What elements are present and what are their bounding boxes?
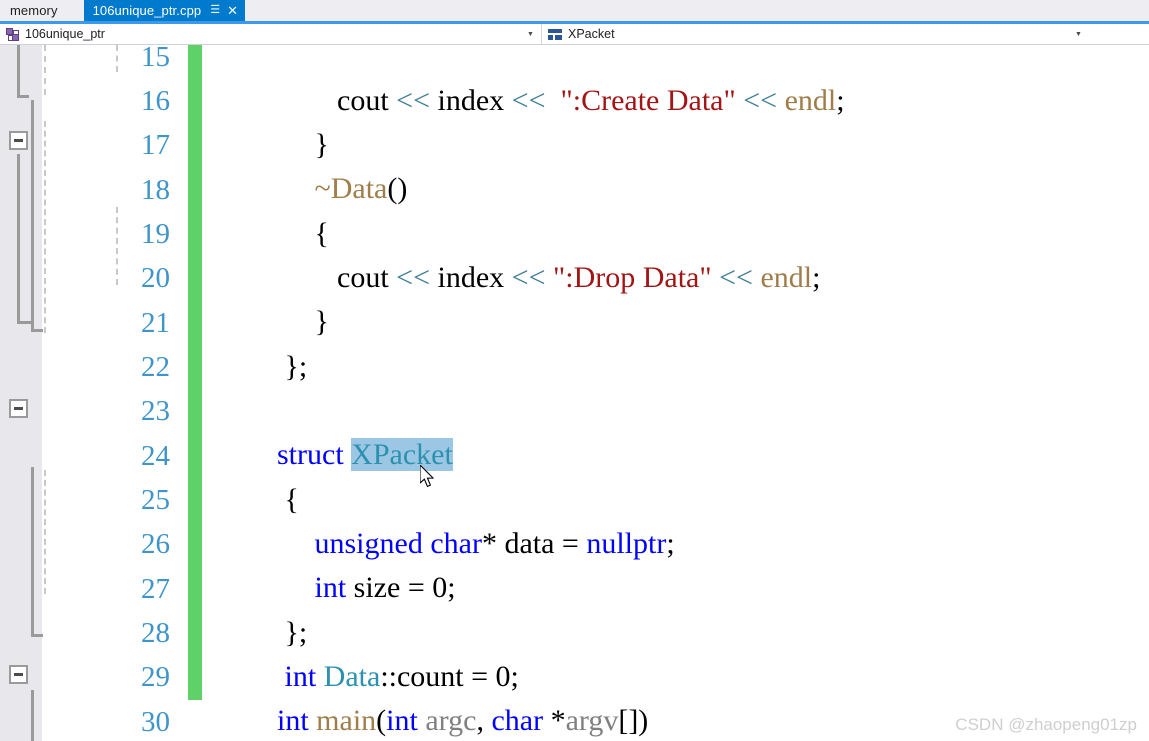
tab-label: 106unique_ptr.cpp	[92, 3, 202, 18]
outline-bracket	[31, 329, 43, 332]
line-number: 26	[141, 528, 170, 560]
line-number: 27	[141, 573, 170, 605]
code-line[interactable]: {	[202, 700, 299, 741]
code-line[interactable]	[202, 345, 270, 389]
line-number: 30	[141, 706, 170, 738]
outline-bracket	[31, 634, 43, 637]
code-line[interactable]: int main(int argc, char *argv[])	[202, 655, 648, 737]
struct-icon	[548, 28, 562, 40]
visual-studio-editor-window: memory 106unique_ptr.cpp ☰ ✕ 106unique_p…	[0, 0, 1149, 741]
code-line[interactable]: };	[202, 567, 308, 649]
line-number: 15	[141, 45, 170, 73]
line-number: 16	[141, 85, 170, 117]
outline-bracket	[17, 321, 31, 324]
code-line[interactable]: };	[202, 301, 308, 383]
line-number-gutter: 15 16 17 18 19 20 21 22 23 24 25 26 27 2…	[42, 45, 188, 741]
line-number: 24	[141, 440, 170, 472]
navbar-right-filler	[1096, 24, 1149, 45]
chevron-down-icon[interactable]: ▼	[524, 31, 537, 38]
line-number: 22	[141, 351, 170, 383]
outline-bracket	[17, 154, 20, 324]
pin-icon[interactable]: ☰	[210, 5, 220, 16]
line-number: 17	[141, 129, 170, 161]
code-line[interactable]: cout << index << ":Create Data" << endl;	[202, 45, 845, 117]
outline-bracket	[17, 45, 20, 95]
navigation-bar: 106unique_ptr ▼ XPacket ▼	[0, 24, 1149, 45]
tab-memory[interactable]: memory	[0, 0, 84, 21]
indent-guide	[44, 45, 46, 95]
line-number: 23	[141, 395, 170, 427]
code-text-area[interactable]: cout << index << ":Create Data" << endl;…	[202, 45, 1149, 741]
outline-bracket	[31, 690, 34, 741]
code-line[interactable]: {	[202, 168, 329, 250]
code-line[interactable]: unsigned char* data = nullptr;	[202, 478, 675, 560]
line-number: 20	[141, 262, 170, 294]
editor-tab-strip: memory 106unique_ptr.cpp ☰ ✕	[0, 0, 1149, 21]
outline-bracket	[31, 467, 34, 637]
indent-guide	[44, 470, 46, 594]
code-line[interactable]: {	[202, 434, 299, 516]
line-number: 28	[141, 617, 170, 649]
selected-identifier[interactable]: XPacket	[351, 438, 453, 471]
member-scope-label: XPacket	[568, 27, 615, 41]
code-line[interactable]: }	[202, 79, 329, 161]
code-line[interactable]: ~Data()	[202, 123, 408, 205]
indent-guide	[116, 45, 118, 72]
project-scope-label: 106unique_ptr	[25, 27, 105, 41]
indent-guide	[44, 121, 46, 333]
project-icon	[6, 27, 19, 41]
collapse-minus-icon[interactable]	[9, 131, 28, 150]
watermark-text: CSDN @zhaopeng01zp	[955, 715, 1137, 734]
indent-guide	[116, 207, 118, 285]
code-line[interactable]: }	[202, 256, 329, 338]
code-line[interactable]: struct XPacket	[202, 389, 453, 471]
outline-bracket	[31, 100, 34, 332]
chevron-down-icon[interactable]: ▼	[1072, 31, 1085, 38]
line-number: 19	[141, 218, 170, 250]
collapse-minus-icon[interactable]	[9, 665, 28, 684]
close-icon[interactable]: ✕	[227, 4, 238, 17]
member-scope-dropdown[interactable]: XPacket ▼	[542, 24, 1089, 44]
code-line[interactable]: int size = 0;	[202, 522, 456, 604]
collapse-minus-icon[interactable]	[9, 399, 28, 418]
tab-label: memory	[10, 3, 58, 18]
code-line[interactable]: cout << index << ":Drop Data" << endl;	[202, 212, 820, 294]
line-number: 25	[141, 484, 170, 516]
code-line[interactable]: int Data::count = 0;	[202, 611, 519, 693]
change-bar	[188, 45, 202, 700]
line-number: 21	[141, 307, 170, 339]
line-number: 29	[141, 661, 170, 693]
line-number: 18	[141, 174, 170, 206]
code-editor[interactable]: 15 16 17 18 19 20 21 22 23 24 25 26 27 2…	[0, 45, 1149, 741]
tab-strip-filler	[245, 0, 1149, 21]
project-scope-dropdown[interactable]: 106unique_ptr ▼	[0, 24, 542, 44]
outline-bracket	[17, 95, 29, 98]
tab-106unique-ptr-cpp[interactable]: 106unique_ptr.cpp ☰ ✕	[83, 0, 246, 21]
